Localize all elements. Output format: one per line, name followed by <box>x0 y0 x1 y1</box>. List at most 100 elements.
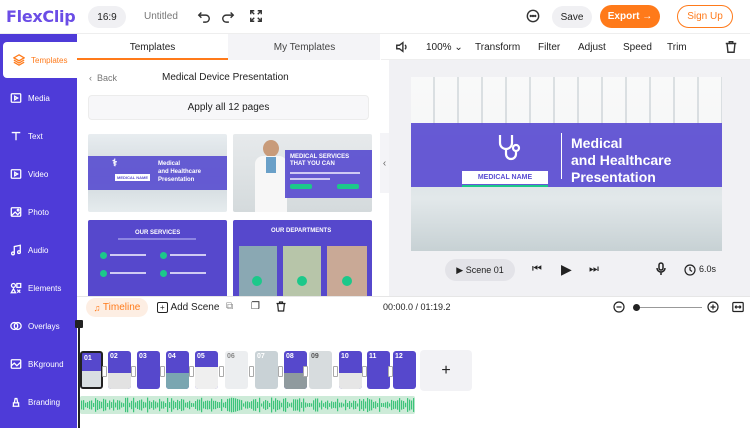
filter-button[interactable]: Filter <box>538 42 560 53</box>
scene-tile-06[interactable]: 06 <box>225 351 248 389</box>
scene-tile-01[interactable]: 01 <box>80 351 103 389</box>
timeline-toggle[interactable]: ♫ Timeline <box>86 298 148 317</box>
scene-tile-11[interactable]: 11 <box>367 351 390 389</box>
zoom-out-icon[interactable] <box>613 301 625 313</box>
export-button[interactable]: Export → <box>600 5 660 28</box>
scene-tile-05[interactable]: 05 <box>195 351 218 389</box>
sidebar-item-media[interactable]: Media <box>0 80 77 116</box>
trash-icon[interactable] <box>275 300 287 313</box>
sidebar-item-templates[interactable]: Templates <box>3 42 77 78</box>
template-thumb-3[interactable]: OUR SERVICES <box>88 220 227 298</box>
sidebar-item-elements[interactable]: Elements <box>0 270 77 306</box>
document-title[interactable]: Untitled <box>144 11 178 22</box>
sidebar-item-photo[interactable]: Photo <box>0 194 77 230</box>
previous-scene-icon[interactable]: ⏮ <box>532 263 542 276</box>
scene-tile-09[interactable]: 09 <box>309 351 332 389</box>
fit-width-icon[interactable] <box>732 301 744 313</box>
play-icon[interactable]: ▶ <box>561 261 572 278</box>
stage-title[interactable]: Medical and Healthcare Presentation <box>571 135 671 186</box>
sidebar-item-overlays[interactable]: Overlays <box>0 308 77 344</box>
sidebar-item-audio[interactable]: Audio <box>0 232 77 268</box>
split-icon[interactable]: ⧉ <box>226 301 233 312</box>
signup-button[interactable]: Sign Up <box>677 5 733 28</box>
speed-button[interactable]: Speed <box>623 42 652 53</box>
thumb-title-line: and Healthcare <box>158 169 202 175</box>
template-thumb-4[interactable]: OUR DEPARTMENTS <box>233 220 372 298</box>
zoom-slider-knob[interactable] <box>633 304 640 311</box>
scene-selector[interactable]: ▶ Scene 01 <box>445 259 515 281</box>
playhead-handle[interactable] <box>75 320 83 328</box>
zoom-select[interactable]: 100% ⌄ <box>426 42 463 53</box>
thumb-tag: MEDICAL NAME <box>115 174 151 181</box>
scene-number: 02 <box>110 353 118 360</box>
sidebar-item-label: Audio <box>28 245 49 255</box>
next-scene-icon[interactable]: ⏭ <box>589 263 599 276</box>
collapse-panel-handle[interactable]: ‹ <box>380 133 389 193</box>
scene-number: 05 <box>197 353 205 360</box>
chevron-left-icon: ‹ <box>382 157 387 169</box>
panel-title: Medical Device Presentation <box>162 72 289 83</box>
trash-icon[interactable] <box>723 39 739 55</box>
undo-icon[interactable] <box>196 8 212 24</box>
tab-my-templates[interactable]: My Templates <box>229 34 380 60</box>
panel-tabs: Templates My Templates <box>77 34 380 60</box>
title-banner <box>411 123 722 187</box>
back-link[interactable]: ‹ Back <box>89 73 117 83</box>
sidebar-item-label: Branding <box>28 397 61 407</box>
audio-track[interactable] <box>80 396 415 414</box>
transition-handle[interactable] <box>102 366 107 377</box>
transition-handle[interactable] <box>362 366 367 377</box>
trim-button[interactable]: Trim <box>667 42 687 53</box>
scene-number: 12 <box>395 353 403 360</box>
scene-tile-03[interactable]: 03 <box>137 351 160 389</box>
transition-handle[interactable] <box>160 366 165 377</box>
aspect-ratio-button[interactable]: 16:9 <box>88 6 126 28</box>
stage-title-line: Medical <box>571 135 623 151</box>
sidebar-item-bkground[interactable]: BKground <box>0 346 77 382</box>
scene-number: 04 <box>168 353 176 360</box>
zoom-slider-track[interactable] <box>636 307 702 308</box>
scene-tile-02[interactable]: 02 <box>108 351 131 389</box>
tab-templates[interactable]: Templates <box>77 34 228 60</box>
zoom-in-icon[interactable] <box>707 301 719 313</box>
template-thumb-1[interactable]: ⚕ Medical and Healthcare Presentation ME… <box>88 134 227 212</box>
transition-handle[interactable] <box>333 366 338 377</box>
sidebar-item-video[interactable]: Video <box>0 156 77 192</box>
scene-tile-07[interactable]: 07 <box>255 351 278 389</box>
stethoscope-icon <box>495 133 521 163</box>
audio-icon <box>9 244 22 257</box>
apply-all-button[interactable]: Apply all 12 pages <box>88 95 369 120</box>
add-scene-button[interactable]: + Add Scene <box>157 302 219 313</box>
fullscreen-icon[interactable] <box>248 8 264 24</box>
play-small-icon: ▶ <box>456 264 466 275</box>
transition-handle[interactable] <box>219 366 224 377</box>
sidebar-item-branding[interactable]: Branding <box>0 384 77 420</box>
overlays-icon <box>9 320 22 333</box>
scene-tile-12[interactable]: 12 <box>393 351 416 389</box>
transition-handle[interactable] <box>189 366 194 377</box>
transition-handle[interactable] <box>278 366 283 377</box>
thumb-title-line: Medical <box>158 161 181 167</box>
template-thumb-2[interactable]: MEDICAL SERVICES THAT YOU CAN <box>233 134 372 212</box>
transform-button[interactable]: Transform <box>475 42 520 53</box>
scene-number: 08 <box>286 353 294 360</box>
transition-handle[interactable] <box>303 366 308 377</box>
microphone-icon[interactable] <box>655 262 667 276</box>
adjust-button[interactable]: Adjust <box>578 42 606 53</box>
duplicate-icon[interactable]: ❐ <box>251 301 260 312</box>
chat-icon[interactable] <box>525 8 541 24</box>
transition-handle[interactable] <box>388 366 393 377</box>
save-button[interactable]: Save <box>552 6 592 28</box>
video-icon <box>9 168 22 181</box>
add-scene-tile[interactable]: + <box>420 350 472 391</box>
sidebar-item-text[interactable]: Text <box>0 118 77 154</box>
scene-tile-10[interactable]: 10 <box>339 351 362 389</box>
scene-tile-04[interactable]: 04 <box>166 351 189 389</box>
video-stage[interactable]: MEDICAL NAME Medical and Healthcare Pres… <box>411 77 722 251</box>
stage-title-line: Presentation <box>571 169 656 185</box>
redo-icon[interactable] <box>220 8 236 24</box>
transition-handle[interactable] <box>131 366 136 377</box>
volume-icon[interactable] <box>394 39 410 55</box>
app-logo[interactable]: FlexClip <box>6 7 76 26</box>
transition-handle[interactable] <box>249 366 254 377</box>
